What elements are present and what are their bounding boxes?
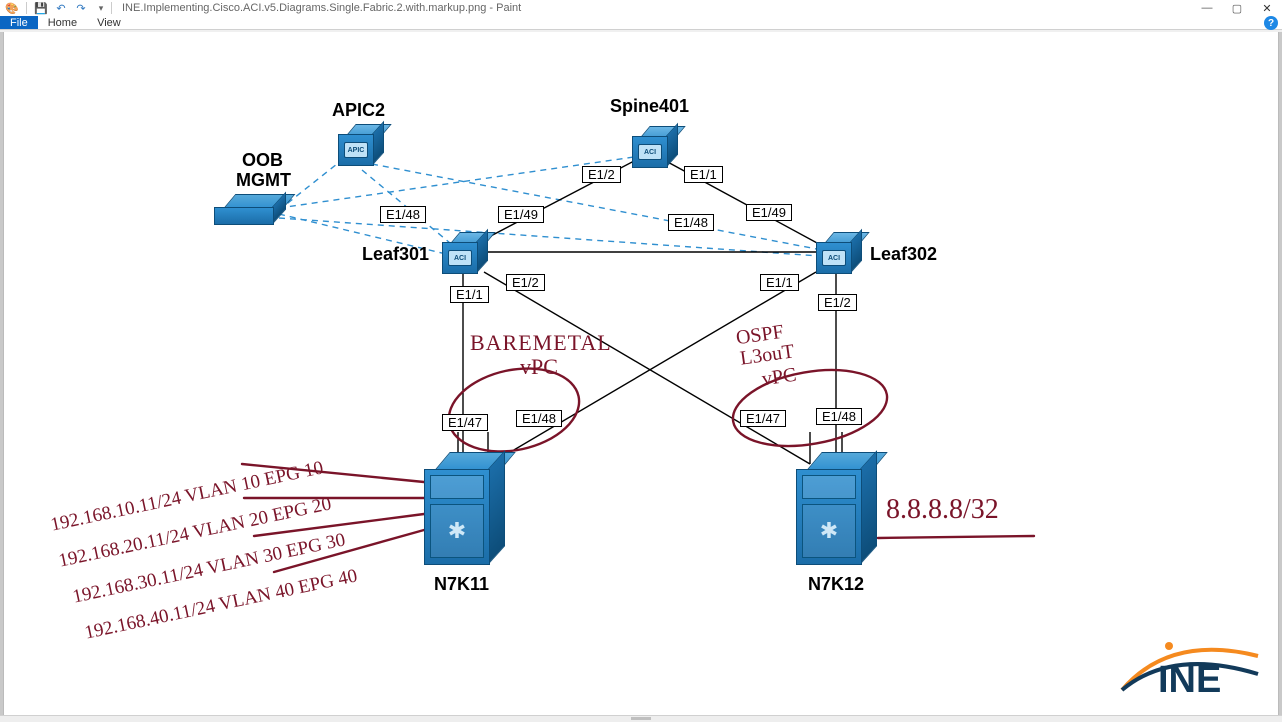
label-spine401: Spine401 bbox=[610, 96, 689, 117]
port-n7k12-e147: E1/47 bbox=[740, 410, 786, 427]
maximize-button[interactable]: ▢ bbox=[1222, 0, 1252, 16]
markup-route: 8.8.8.8/32 bbox=[886, 494, 999, 526]
port-leaf301-e148: E1/48 bbox=[380, 206, 426, 223]
undo-icon[interactable]: ↶ bbox=[53, 1, 69, 15]
port-n7k11-e148: E1/48 bbox=[516, 410, 562, 427]
close-button[interactable]: ✕ bbox=[1252, 0, 1282, 16]
window-buttons: — ▢ ✕ bbox=[1192, 0, 1282, 16]
port-spine-e12: E1/2 bbox=[582, 166, 621, 183]
brand-logo: INE bbox=[1060, 640, 1260, 702]
tab-home[interactable]: Home bbox=[38, 16, 87, 29]
save-icon[interactable]: 💾 bbox=[33, 1, 49, 15]
port-leaf302-e148: E1/48 bbox=[668, 214, 714, 231]
device-spine401: ACI bbox=[632, 126, 674, 168]
tab-file[interactable]: File bbox=[0, 16, 38, 29]
port-leaf302-dn-e12: E1/2 bbox=[818, 294, 857, 311]
label-leaf302: Leaf302 bbox=[870, 244, 937, 265]
port-spine-e11: E1/1 bbox=[684, 166, 723, 183]
qat-separator bbox=[26, 2, 27, 14]
port-leaf301-dn-e12: E1/2 bbox=[506, 274, 545, 291]
status-bar bbox=[0, 715, 1282, 722]
quick-access-toolbar: 🎨 💾 ↶ ↷ ▾ bbox=[0, 1, 109, 15]
minimize-button[interactable]: — bbox=[1192, 0, 1222, 16]
label-n7k11: N7K11 bbox=[434, 574, 489, 595]
port-leaf301-dn-e11: E1/1 bbox=[450, 286, 489, 303]
paint-canvas[interactable]: APIC2 Spine401 OOB MGMT Leaf301 Leaf302 … bbox=[4, 32, 1278, 716]
port-n7k11-e147: E1/47 bbox=[442, 414, 488, 431]
ribbon-tabstrip: File Home View ? bbox=[0, 16, 1282, 30]
markup-vpc-right: vPC bbox=[761, 364, 798, 392]
device-leaf301: ACI bbox=[442, 232, 484, 274]
port-n7k12-e148: E1/48 bbox=[816, 408, 862, 425]
label-leaf301: Leaf301 bbox=[362, 244, 429, 265]
markup-vpc-left: vPC bbox=[520, 354, 558, 380]
network-diagram: APIC2 Spine401 OOB MGMT Leaf301 Leaf302 … bbox=[4, 32, 1278, 716]
label-apic2: APIC2 bbox=[332, 100, 385, 121]
device-oob-mgmt bbox=[214, 194, 284, 228]
tab-view[interactable]: View bbox=[87, 16, 131, 29]
window-title: INE.Implementing.Cisco.ACI.v5.Diagrams.S… bbox=[122, 2, 521, 14]
device-leaf302: ACI bbox=[816, 232, 858, 274]
redo-icon[interactable]: ↷ bbox=[73, 1, 89, 15]
port-leaf302-e149: E1/49 bbox=[746, 204, 792, 221]
label-n7k12: N7K12 bbox=[808, 574, 864, 595]
paint-app-icon: 🎨 bbox=[4, 1, 20, 15]
window-titlebar: 🎨 💾 ↶ ↷ ▾ INE.Implementing.Cisco.ACI.v5.… bbox=[0, 0, 1282, 16]
brand-text: INE bbox=[1158, 659, 1221, 701]
qat-customize-icon[interactable]: ▾ bbox=[93, 1, 109, 15]
canvas-scrollarea[interactable]: APIC2 Spine401 OOB MGMT Leaf301 Leaf302 … bbox=[0, 32, 1282, 716]
label-oob-1: OOB bbox=[242, 150, 283, 171]
help-icon[interactable]: ? bbox=[1264, 16, 1278, 30]
qat-separator-2 bbox=[111, 2, 112, 14]
label-oob-2: MGMT bbox=[236, 170, 291, 191]
port-leaf301-e149: E1/49 bbox=[498, 206, 544, 223]
device-apic2: APIC bbox=[338, 124, 380, 166]
device-n7k12: ✱ bbox=[796, 452, 876, 572]
markup-baremetal: BAREMETAL bbox=[470, 330, 612, 356]
device-n7k11: ✱ bbox=[424, 452, 504, 572]
port-leaf302-dn-e11: E1/1 bbox=[760, 274, 799, 291]
